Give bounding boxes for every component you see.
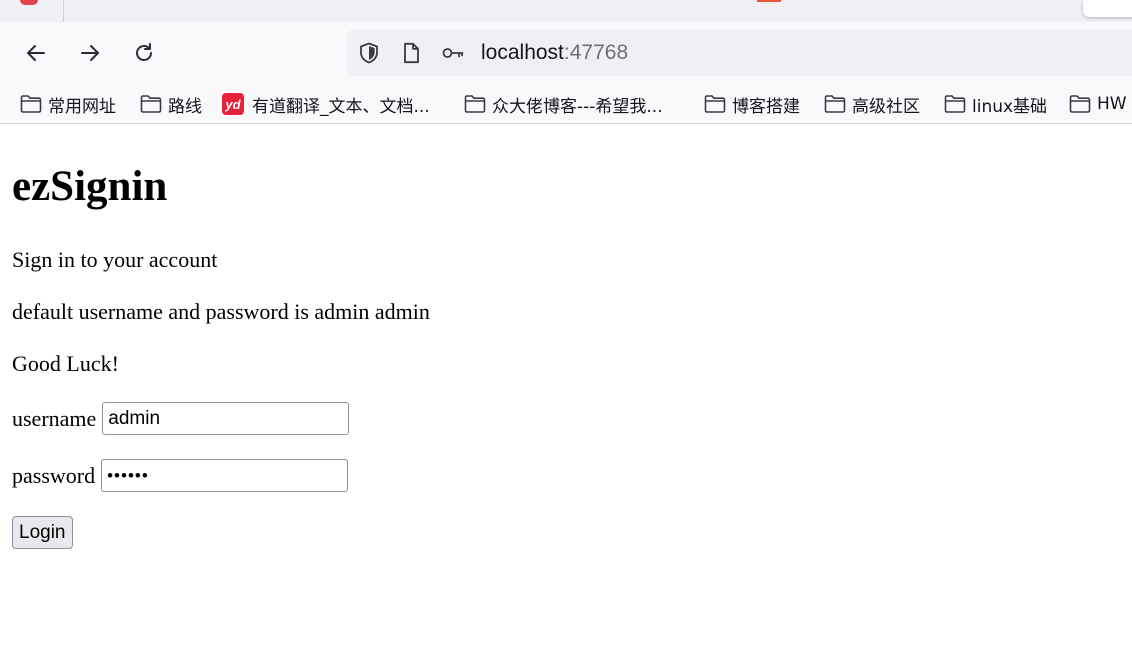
username-label: username (12, 405, 97, 431)
folder-icon (824, 95, 846, 113)
reload-icon (136, 43, 152, 61)
bookmark-folder-2[interactable]: 路线 (140, 93, 202, 117)
password-row: password (12, 459, 349, 492)
back-button[interactable] (20, 37, 52, 69)
bookmarks-toolbar: 常用网址 路线 yd 有道翻译_文本、文档... 众大佬博客---希望我... … (0, 84, 1132, 124)
bookmark-folder-4[interactable]: 博客搭建 (704, 93, 800, 117)
tab-active[interactable] (1083, 0, 1132, 17)
bookmark-folder-7[interactable]: HW (1069, 93, 1127, 115)
bookmark-label: 有道翻译_文本、文档... (252, 96, 430, 117)
folder-icon (944, 95, 966, 113)
bookmark-label: HW (1097, 94, 1127, 114)
folder-icon (704, 95, 726, 113)
username-row: username (12, 402, 350, 435)
shield-icon[interactable] (357, 41, 381, 65)
password-input[interactable] (101, 459, 349, 492)
folder-icon (20, 95, 42, 113)
key-icon[interactable] (441, 41, 465, 65)
bookmark-label: 博客搭建 (732, 96, 800, 117)
folder-icon (140, 95, 162, 113)
forward-button[interactable] (74, 37, 106, 69)
bookmark-label: 高级社区 (852, 96, 920, 117)
url-host: localhost (481, 41, 564, 64)
sign-in-subtitle: Sign in to your account (12, 247, 218, 272)
forward-arrow-icon (81, 45, 99, 61)
bookmark-folder-1[interactable]: 常用网址 (20, 93, 116, 117)
address-bar[interactable]: localhost:47768 (347, 30, 1132, 76)
username-input[interactable] (102, 402, 350, 435)
credentials-hint: default username and password is admin a… (12, 299, 430, 324)
page-icon[interactable] (399, 41, 423, 65)
bookmark-label: 路线 (168, 96, 202, 117)
navigation-toolbar: localhost:47768 (0, 22, 1132, 84)
bookmark-folder-3[interactable]: 众大佬博客---希望我... (464, 93, 663, 117)
tab-strip (0, 0, 1132, 22)
password-label: password (12, 462, 96, 488)
tab-divider (63, 0, 64, 22)
folder-icon (1069, 95, 1091, 113)
login-button[interactable]: Login (12, 516, 73, 549)
bookmark-label: linux基础 (972, 96, 1048, 117)
bookmark-label: 众大佬博客---希望我... (492, 96, 663, 117)
bookmark-label: 常用网址 (48, 96, 116, 117)
tab-favicon[interactable] (757, 0, 781, 2)
bookmark-folder-5[interactable]: 高级社区 (824, 93, 920, 117)
youdao-icon: yd (222, 93, 244, 115)
url-text[interactable]: localhost:47768 (481, 40, 628, 66)
tab-favicon[interactable] (20, 0, 38, 5)
page-title: ezSignin (12, 163, 168, 210)
back-arrow-icon (27, 45, 45, 61)
folder-icon (464, 95, 486, 113)
bookmark-youdao[interactable]: yd 有道翻译_文本、文档... (222, 93, 430, 117)
bookmark-folder-6[interactable]: linux基础 (944, 93, 1048, 117)
page-content: ezSignin Sign in to your account default… (0, 125, 1132, 652)
good-luck-text: Good Luck! (12, 351, 119, 376)
reload-button[interactable] (128, 37, 160, 69)
url-port: :47768 (563, 41, 629, 64)
